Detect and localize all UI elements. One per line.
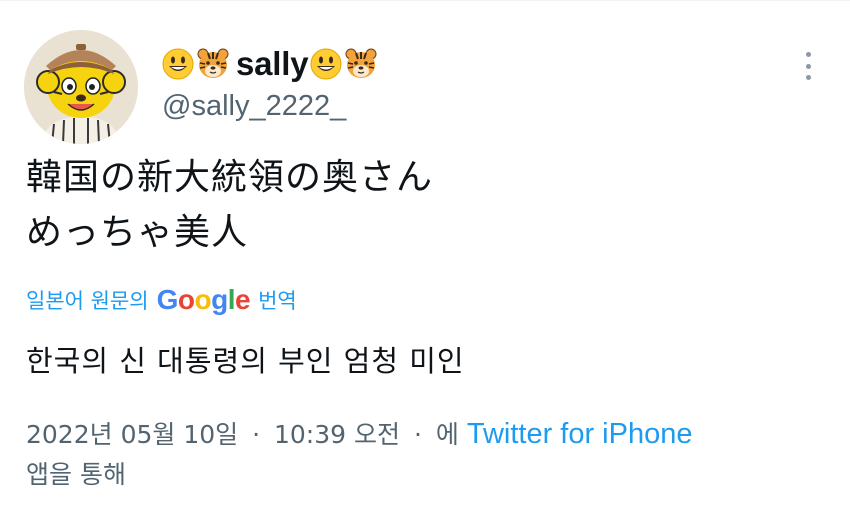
tiger-mascot-avatar-icon	[24, 30, 138, 144]
via-suffix: 앱을 통해	[26, 460, 126, 489]
translated-text: 한국의 신 대통령의 부인 엄청 미인	[26, 344, 465, 378]
translate-prefix: 일본어 원문의	[26, 289, 149, 313]
google-logo-letter: g	[211, 284, 228, 315]
display-name-row[interactable]: sally	[162, 38, 790, 90]
tweet-text-line: めっちゃ美人	[26, 212, 249, 253]
tweet-meta: 2022년 05월 10일 · 10:39 오전 · 에 Twitter for…	[26, 414, 826, 495]
google-logo-letter: l	[227, 284, 236, 315]
dot-icon	[805, 63, 811, 69]
smiling-face-icon	[162, 48, 194, 80]
translate-suffix: 번역	[258, 289, 297, 313]
tweet-date[interactable]: 2022년 05월 10일	[26, 420, 238, 449]
via-prefix: 에	[435, 420, 459, 449]
google-logo-letter: o	[194, 284, 212, 315]
display-name[interactable]: sally	[236, 45, 309, 83]
tiger-face-icon	[344, 47, 378, 81]
tweet-source-link[interactable]: Twitter for iPhone	[467, 418, 693, 450]
translate-tweet-link[interactable]: 일본어 원문의 Google 번역	[26, 284, 297, 316]
avatar[interactable]	[24, 30, 138, 144]
google-logo: Google	[156, 284, 251, 316]
meta-separator: ·	[252, 420, 261, 449]
tiger-face-icon	[196, 47, 230, 81]
tweet-text: 韓国の新大統領の奥さん めっちゃ美人	[26, 150, 433, 260]
top-divider	[0, 0, 850, 1]
google-logo-letter: e	[235, 284, 251, 315]
tweet-text-line: 韓国の新大統領の奥さん	[26, 157, 434, 198]
more-options-button[interactable]	[798, 52, 818, 80]
tweet-header: sally @sally_2222_	[162, 38, 790, 123]
dot-icon	[805, 75, 811, 80]
meta-separator: ·	[413, 420, 422, 449]
dot-icon	[805, 52, 811, 57]
google-logo-letter: o	[177, 284, 195, 315]
smiling-face-icon	[310, 48, 342, 80]
user-handle[interactable]: @sally_2222_	[162, 90, 790, 123]
tweet-time[interactable]: 10:39 오전	[274, 420, 400, 449]
google-logo-letter: G	[156, 284, 179, 315]
